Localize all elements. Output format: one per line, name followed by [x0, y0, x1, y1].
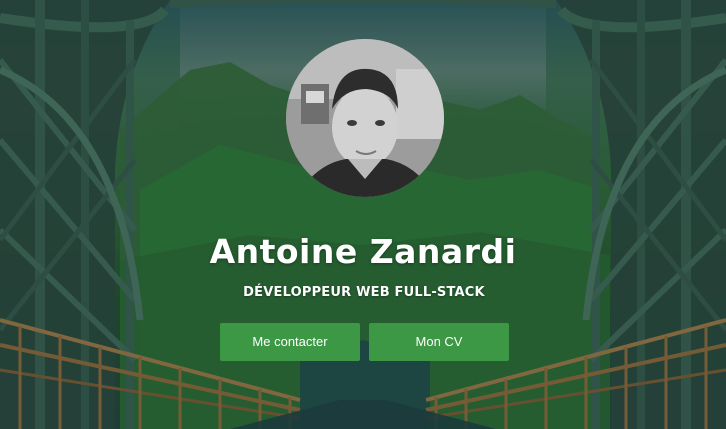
profile-title: DÉVELOPPEUR WEB FULL-STACK [243, 285, 485, 300]
cv-button[interactable]: Mon CV [369, 323, 509, 361]
profile-name: Antoine Zanardi [209, 232, 517, 271]
profile-avatar [286, 39, 444, 197]
contact-button[interactable]: Me contacter [220, 323, 360, 361]
